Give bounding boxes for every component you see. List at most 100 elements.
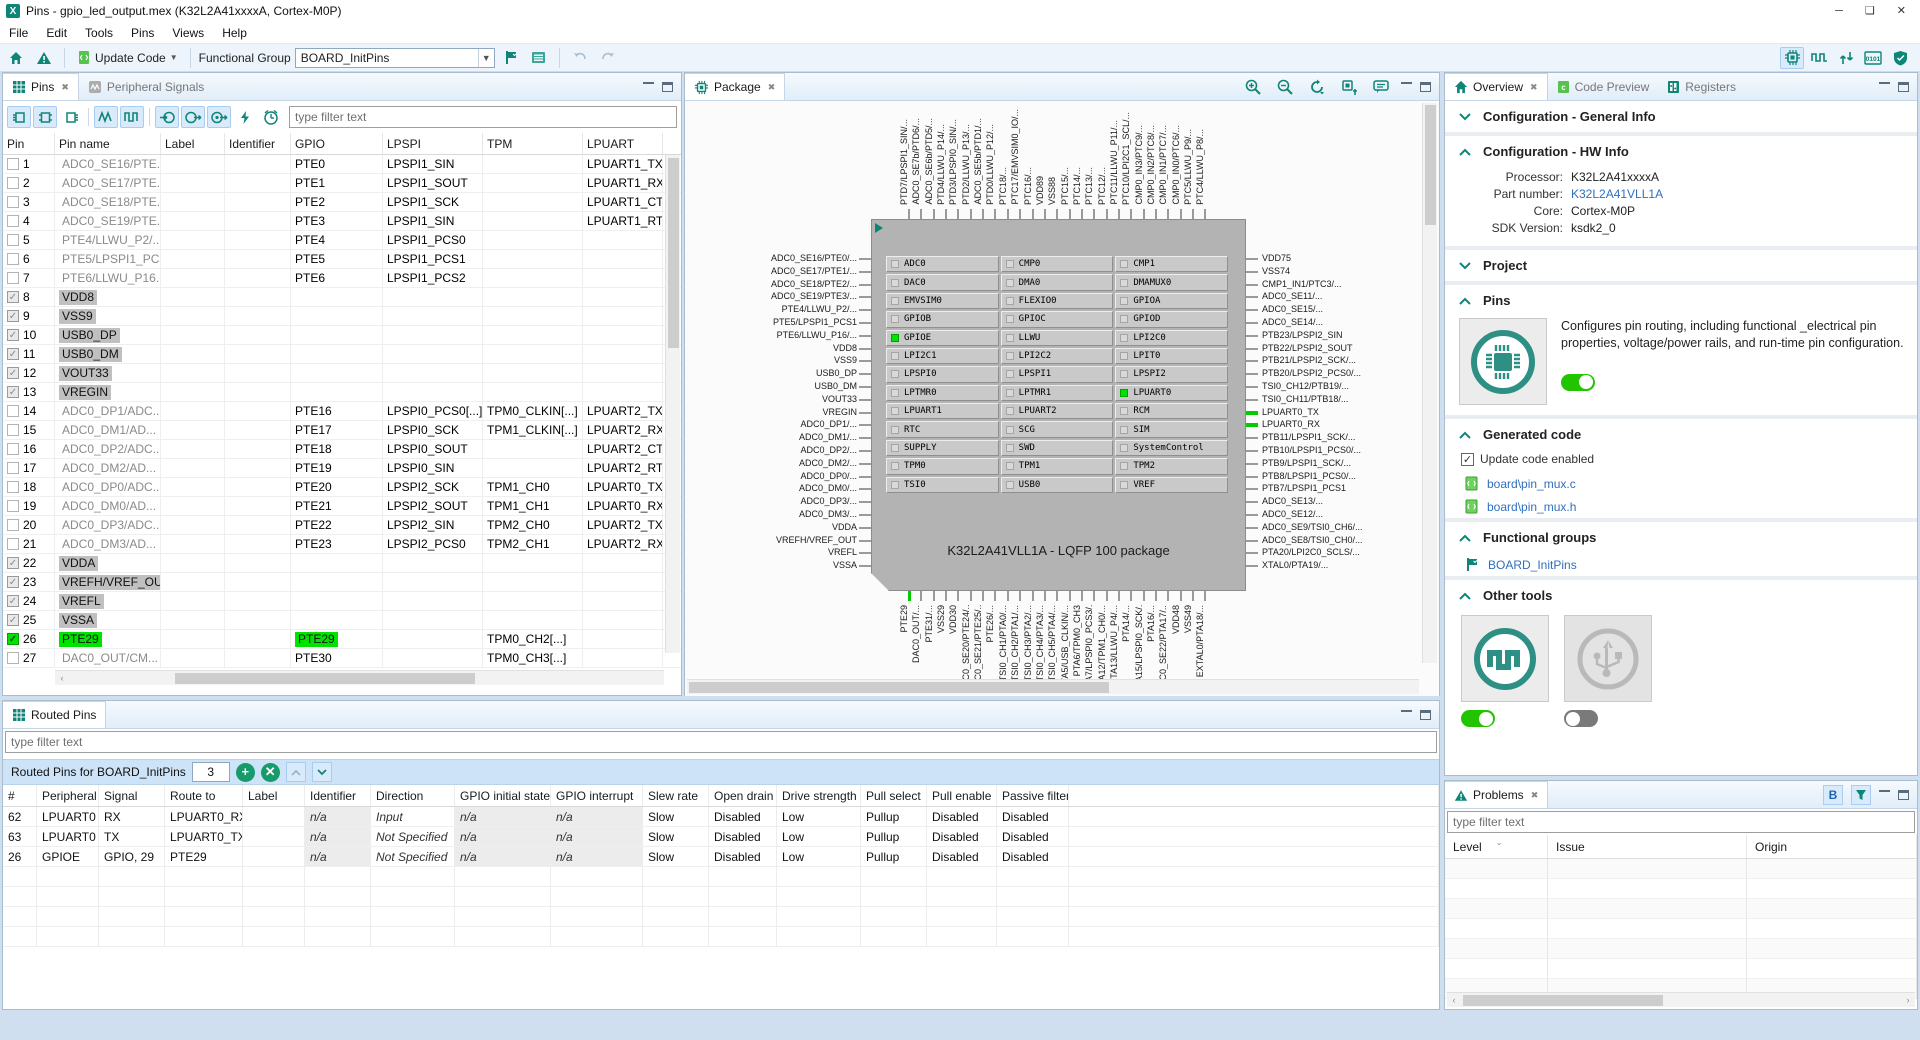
tab-code-preview[interactable]: c Code Preview: [1548, 73, 1659, 100]
file-link-pin-mux-c[interactable]: board\pin_mux.c: [1445, 472, 1917, 495]
package-pin-label[interactable]: ADC0_SE5b/PTD1/...: [973, 118, 983, 205]
pins-table-row[interactable]: 18ADC0_DP0/ADC...PTE20LPSPI2_SCKTPM1_CH0…: [3, 478, 681, 497]
column-header[interactable]: Pin name: [55, 133, 161, 154]
pin-checkbox[interactable]: ✓: [7, 557, 19, 569]
tab-routed-pins[interactable]: Routed Pins: [3, 701, 106, 728]
package-right-view-icon[interactable]: [59, 106, 83, 128]
peripheral-block-lpspi2[interactable]: LPSPI2: [1115, 366, 1228, 382]
zoom-in-icon[interactable]: [1241, 76, 1265, 98]
pin-checkbox[interactable]: ✓: [7, 576, 19, 588]
pins-table-row[interactable]: ✓8VDD8: [3, 288, 681, 307]
pins-table-row[interactable]: ✓22VDDA: [3, 554, 681, 573]
functional-group-select[interactable]: BOARD_InitPins ▼: [295, 48, 495, 68]
column-header[interactable]: Pull enable: [927, 785, 997, 806]
menu-item-pins[interactable]: Pins: [122, 22, 163, 44]
pins-table-row[interactable]: 2ADC0_SE17/PTE...PTE1LPSPI1_SOUTLPUART1_…: [3, 174, 681, 193]
peripheral-block-systemcontrol[interactable]: SystemControl: [1115, 440, 1228, 456]
package-pin-label[interactable]: PTE5/LPSPI1_PCS1: [773, 317, 857, 327]
pin-checkbox[interactable]: [7, 500, 19, 512]
column-header[interactable]: Origin: [1747, 835, 1917, 858]
package-pin-label[interactable]: ADC0_SE12/...: [1262, 509, 1323, 519]
pin-checkbox[interactable]: [7, 158, 19, 170]
package-pin-label[interactable]: PTA16/...: [1146, 605, 1156, 642]
column-header[interactable]: Slew rate: [643, 785, 709, 806]
close-window-button[interactable]: ✕: [1897, 0, 1906, 22]
maximize-panel-icon[interactable]: [662, 82, 673, 92]
pin-checkbox[interactable]: ✓: [7, 367, 19, 379]
package-pin-label[interactable]: TSI0_CH4/PTA3/...: [1035, 605, 1045, 681]
pin-checkbox[interactable]: ✓: [7, 291, 19, 303]
maximize-panel-icon[interactable]: [1420, 710, 1431, 720]
peripheral-block-gpiod[interactable]: GPIOD: [1115, 311, 1228, 327]
package-pin-label[interactable]: PTB20/LPSPI2_PCS0/...: [1262, 368, 1361, 378]
package-pin-label[interactable]: ADC0_DM0/...: [799, 483, 857, 493]
package-pin-label[interactable]: VDD8: [833, 343, 857, 353]
package-pin-label[interactable]: CMP0_IN0/PTC6/...: [1171, 125, 1181, 205]
menu-item-tools[interactable]: Tools: [76, 22, 122, 44]
pin-checkbox[interactable]: [7, 272, 19, 284]
package-left-view-icon[interactable]: [7, 106, 31, 128]
peripheral-block-sim[interactable]: SIM: [1115, 421, 1228, 437]
package-pin-label[interactable]: VSS49: [1183, 605, 1193, 633]
field-value[interactable]: K32L2A41VLL1A: [1571, 187, 1663, 201]
peripheral-block-emvsim0[interactable]: EMVSIM0: [886, 293, 999, 309]
package-pin-label[interactable]: PTC12/...: [1097, 167, 1107, 205]
peripheral-block-dma0[interactable]: DMA0: [1001, 274, 1114, 290]
column-header[interactable]: LPUART: [583, 133, 663, 154]
package-pin-label[interactable]: PTB11/LPSPI1_SCK/...: [1262, 432, 1355, 442]
pin-checkbox[interactable]: ✓: [7, 386, 19, 398]
column-header[interactable]: LPSPI: [383, 133, 483, 154]
minimize-panel-icon[interactable]: [643, 82, 654, 85]
digital-signals-icon[interactable]: [120, 106, 144, 128]
minimize-window-button[interactable]: ─: [1835, 0, 1843, 22]
tee-tool-icon[interactable]: [1888, 47, 1912, 69]
flag-icon[interactable]: [499, 47, 523, 69]
pins-table-row[interactable]: ✓26PTE29PTE29TPM0_CH2[...]: [3, 630, 681, 649]
peripheral-block-scg[interactable]: SCG: [1001, 421, 1114, 437]
package-pin-label[interactable]: VDD30: [948, 605, 958, 634]
tab-overview[interactable]: Overview✖: [1445, 73, 1548, 100]
clocks-tool-tile[interactable]: [1461, 615, 1549, 702]
pins-table-row[interactable]: ✓12VOUT33: [3, 364, 681, 383]
package-pin-label[interactable]: VSS29: [936, 605, 946, 633]
peripheral-block-lpspi1[interactable]: LPSPI1: [1001, 366, 1114, 382]
column-header[interactable]: GPIO initial state: [455, 785, 551, 806]
package-pin-label[interactable]: PTA20/LPI2C0_SCLS/...: [1262, 547, 1360, 557]
pins-table-row[interactable]: 7PTE6/LLWU_P16...PTE6LPSPI1_PCS2: [3, 269, 681, 288]
package-pin-label[interactable]: PTB7/LPSPI1_PCS1: [1262, 483, 1346, 493]
pins-filter-input[interactable]: [289, 106, 677, 128]
inout-pins-icon[interactable]: [207, 106, 231, 128]
package-pin-label[interactable]: ADC0_SE8/TSI0_CH0/...: [1262, 535, 1363, 545]
package-pin-label[interactable]: EXTAL0/PTA18/...: [1195, 605, 1205, 677]
pins-table-row[interactable]: ✓25VSSA: [3, 611, 681, 630]
column-header[interactable]: Label: [243, 785, 305, 806]
peripheral-block-lpi2c1[interactable]: LPI2C1: [886, 348, 999, 364]
package-pin-label[interactable]: TSI0_CH5/PTA4/...: [1047, 605, 1057, 681]
peripheral-block-tpm2[interactable]: TPM2: [1115, 458, 1228, 474]
package-pin-label[interactable]: VSS88: [1047, 177, 1057, 205]
peripheral-block-dmamux0[interactable]: DMAMUX0: [1115, 274, 1228, 290]
pin-checkbox[interactable]: [7, 462, 19, 474]
peripheral-block-gpioc[interactable]: GPIOC: [1001, 311, 1114, 327]
pin-checkbox[interactable]: [7, 177, 19, 189]
package-both-view-icon[interactable]: [33, 106, 57, 128]
peripheral-block-supply[interactable]: SUPPLY: [886, 440, 999, 456]
pin-checkbox[interactable]: ✓: [7, 310, 19, 322]
pin-checkbox[interactable]: [7, 234, 19, 246]
clocks-tool-toggle[interactable]: [1461, 710, 1495, 727]
pin-checkbox[interactable]: ✓: [7, 348, 19, 360]
package-pin-label[interactable]: ADC0_DP2/...: [800, 445, 857, 455]
routed-table-header[interactable]: #PeripheralSignalRoute toLabelIdentifier…: [3, 785, 1439, 807]
package-pin-label[interactable]: ADC0_SE6b/PTD5/...: [924, 118, 934, 205]
package-pin-label[interactable]: VSS9: [834, 355, 857, 365]
peripheral-block-gpioa[interactable]: GPIOA: [1115, 293, 1228, 309]
pin-checkbox[interactable]: [7, 538, 19, 550]
pins-table-row[interactable]: 27DAC0_OUT/CM...PTE30TPM0_CH3[...]: [3, 649, 681, 668]
package-pin-label[interactable]: PTC14/...: [1072, 167, 1082, 205]
section-header[interactable]: Configuration - General Info: [1445, 101, 1917, 132]
export-image-icon[interactable]: [1337, 76, 1361, 98]
column-header[interactable]: Route to: [165, 785, 243, 806]
peripheral-block-flexio0[interactable]: FLEXIO0: [1001, 293, 1114, 309]
peripheral-block-tpm1[interactable]: TPM1: [1001, 458, 1114, 474]
pins-table-row[interactable]: 21ADC0_DM3/AD...PTE23LPSPI2_PCS0TPM2_CH1…: [3, 535, 681, 554]
